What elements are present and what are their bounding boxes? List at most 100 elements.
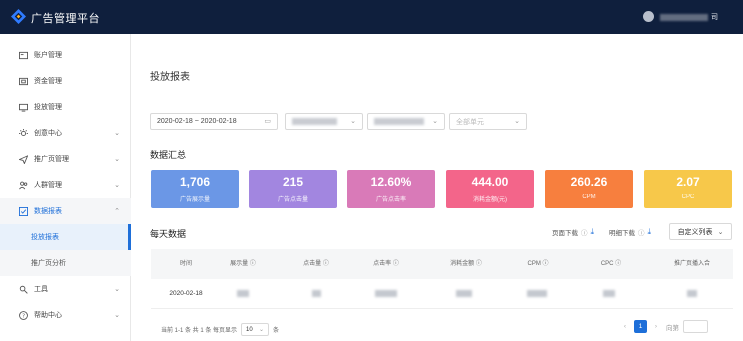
prev-page-icon[interactable]: ‹ <box>619 323 631 330</box>
logo-icon <box>11 9 26 24</box>
stat-value: 444.00 <box>471 175 509 189</box>
chevron-down-icon: ⌄ <box>114 156 120 163</box>
sidebar-item-label: 人群管理 <box>34 182 62 189</box>
redacted-value <box>292 118 337 125</box>
redacted-value <box>374 118 424 125</box>
account-select[interactable]: ⌄ <box>285 113 363 130</box>
help-icon: ⓘ <box>475 261 482 267</box>
date-range-picker[interactable]: 2020-02-18 ~ 2020-02-18 ▭ <box>150 113 278 130</box>
cell-redacted <box>594 279 624 309</box>
page-jump-input[interactable] <box>683 320 708 333</box>
help-icon: ⓘ <box>615 261 622 267</box>
sidebar-item-delivery[interactable]: 投放管理 <box>0 94 131 120</box>
sidebar-subitem-landing-analysis[interactable]: 推广页分析 <box>0 250 131 276</box>
sidebar-subitem-delivery-report[interactable]: 投放报表 <box>0 224 131 250</box>
column-header[interactable]: 点击率 ⓘ <box>356 249 416 279</box>
column-header[interactable]: CPM ⓘ <box>513 249 563 279</box>
account-icon <box>18 50 28 60</box>
redacted-user-name <box>660 13 708 21</box>
user-menu[interactable]: 司 <box>660 12 718 22</box>
sidebar-item-label: 推广页分析 <box>31 260 66 267</box>
sidebar-item-label: 帮助中心 <box>34 312 62 319</box>
page-size-unit: 条 <box>273 328 280 334</box>
sidebar-item-label: 推广页管理 <box>34 156 69 163</box>
plan-select[interactable]: ⌄ <box>367 113 445 130</box>
unit-select[interactable]: 全部单元 ⌄ <box>449 113 527 130</box>
download-detail-link[interactable]: 明细下载 ⓘ ⤓ <box>609 227 651 237</box>
chevron-up-icon: ⌃ <box>114 208 120 215</box>
download-detail-label: 明细下载 <box>609 230 635 237</box>
column-header[interactable]: 消耗金额 ⓘ <box>436 249 496 279</box>
sidebar-item-landing-pages[interactable]: 推广页管理 ⌄ <box>0 146 131 172</box>
stat-card-cpc: 2.07 CPC <box>644 170 732 208</box>
cell-redacted <box>304 279 329 309</box>
cell-redacted <box>677 279 707 309</box>
stat-card-ctr: 12.60% 广告点击率 <box>347 170 435 208</box>
column-header-label: CPC <box>600 261 614 267</box>
chevron-down-icon: ⌄ <box>114 286 120 293</box>
cell-date: 2020-02-18 <box>169 290 203 297</box>
chevron-down-icon: ⌄ <box>514 118 520 125</box>
send-icon <box>18 154 28 164</box>
column-header-label: 点击率 <box>373 261 392 267</box>
avatar[interactable] <box>643 11 654 22</box>
jump-label: 向第 <box>666 324 679 332</box>
column-header-label: 点击量 <box>303 261 322 267</box>
sidebar-item-account[interactable]: 账户管理 <box>0 42 131 68</box>
column-header[interactable]: 时间 <box>161 249 211 279</box>
sidebar-item-label: 资金管理 <box>34 78 62 85</box>
page-size-select[interactable]: 10 ⌄ <box>241 323 270 336</box>
sidebar-item-creative[interactable]: 创意中心 ⌄ <box>0 120 131 146</box>
cell-redacted <box>371 279 401 309</box>
sidebar-item-label: 创意中心 <box>34 130 62 137</box>
help-icon: ⓘ <box>581 230 588 237</box>
people-icon <box>18 180 28 190</box>
column-header[interactable]: CPC ⓘ <box>586 249 636 279</box>
chevron-down-icon: ⌄ <box>350 118 356 125</box>
app-title: 广告管理平台 <box>31 13 100 25</box>
pagination-summary-text: 当前 1-1 条 共 1 条 每页显示 <box>161 328 238 334</box>
page-title: 投放报表 <box>150 72 190 83</box>
custom-columns-button[interactable]: 自定义列表 ⌄ <box>669 223 732 240</box>
column-header[interactable]: 推广页播入合 <box>651 249 733 279</box>
page-number-current[interactable]: 1 <box>634 320 647 333</box>
download-page-link[interactable]: 页面下载 ⓘ ⤓ <box>552 227 594 237</box>
stat-card-spend: 444.00 消耗金额(元) <box>446 170 534 208</box>
next-page-icon[interactable]: › <box>650 323 662 330</box>
stat-label: CPM <box>582 194 596 200</box>
help-icon: ⓘ <box>322 261 329 267</box>
chevron-down-icon: ⌄ <box>114 130 120 137</box>
column-header-label: 展示量 <box>230 261 249 267</box>
sidebar-item-tools[interactable]: 工具 ⌄ <box>0 276 131 302</box>
stat-label: 广告展示量 <box>179 197 210 203</box>
cell-redacted <box>449 279 479 309</box>
stat-label: 广告点击量 <box>277 197 308 203</box>
stat-value: 1,706 <box>179 175 211 189</box>
pagination: ‹ 1 › 向第 <box>619 320 708 333</box>
stat-label: CPC <box>681 194 695 200</box>
chevron-down-icon: ⌄ <box>717 228 724 236</box>
help-icon: ⓘ <box>638 230 645 237</box>
help-icon: ? <box>18 310 28 320</box>
column-header[interactable]: 展示量 ⓘ <box>213 249 273 279</box>
unit-select-placeholder: 全部单元 <box>456 118 484 126</box>
download-icon: ⤓ <box>647 227 652 236</box>
column-header-label: 消耗金额 <box>450 261 475 267</box>
chevron-down-icon: ⌄ <box>432 118 438 125</box>
monitor-icon <box>18 102 28 112</box>
sidebar: 账户管理 资金管理 投放管理 创意中心 ⌄ 推广页管理 ⌄ 人群管理 ⌄ 数据报… <box>0 34 131 341</box>
sidebar-item-funds[interactable]: 资金管理 <box>0 68 131 94</box>
chevron-down-icon: ⌄ <box>114 182 120 189</box>
page-size-value: 10 <box>246 326 253 333</box>
column-header[interactable]: 点击量 ⓘ <box>286 249 346 279</box>
stat-value: 260.26 <box>570 175 608 189</box>
sidebar-item-label: 账户管理 <box>34 52 62 59</box>
tool-icon <box>18 284 28 294</box>
help-icon: ⓘ <box>392 261 399 267</box>
sidebar-item-reports[interactable]: 数据报表 ⌃ <box>0 198 131 224</box>
daily-title: 每天数据 <box>150 229 187 239</box>
top-bar: 广告管理平台 司 <box>0 0 743 34</box>
summary-title: 数据汇总 <box>150 150 187 160</box>
sidebar-item-help[interactable]: ? 帮助中心 ⌄ <box>0 302 131 328</box>
sidebar-item-audience[interactable]: 人群管理 ⌄ <box>0 172 131 198</box>
